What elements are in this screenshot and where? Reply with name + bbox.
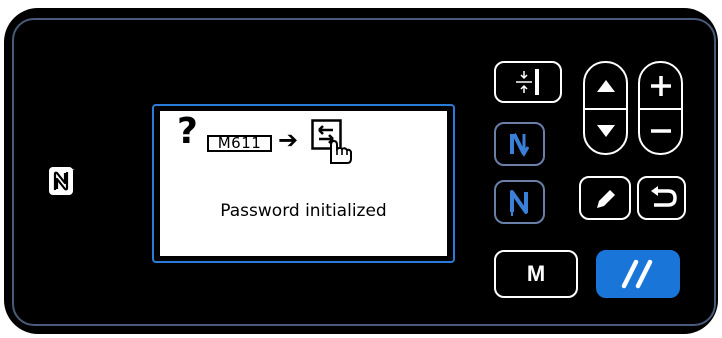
status-message: Password initialized bbox=[220, 201, 387, 221]
plus-button[interactable] bbox=[640, 63, 681, 108]
needle-up-down-button[interactable] bbox=[494, 122, 545, 166]
up-arrow-icon bbox=[596, 79, 615, 92]
needle-up-down-icon bbox=[509, 133, 529, 158]
needle-position-button[interactable] bbox=[494, 180, 545, 224]
error-code-box: M611 bbox=[207, 135, 272, 152]
down-arrow-icon bbox=[596, 124, 615, 137]
needle-position-icon bbox=[509, 190, 528, 216]
return-button[interactable] bbox=[637, 176, 686, 220]
thread-trimmer-icon bbox=[516, 69, 539, 95]
thread-trimmer-button[interactable] bbox=[494, 61, 562, 103]
edit-button[interactable] bbox=[579, 176, 631, 220]
up-button[interactable] bbox=[585, 63, 626, 108]
reset-button[interactable] bbox=[596, 250, 680, 298]
plus-minus-keys bbox=[638, 61, 683, 155]
plus-icon bbox=[650, 75, 671, 96]
reset-icon bbox=[621, 259, 653, 289]
menu-button-label: M bbox=[526, 261, 546, 286]
return-icon bbox=[650, 186, 677, 207]
down-button[interactable] bbox=[585, 108, 626, 153]
up-down-keys bbox=[583, 61, 628, 155]
pencil-icon bbox=[597, 190, 615, 208]
lcd-screen: ? M611 ➔ Password initialized bbox=[160, 111, 447, 256]
nfc-icon: ™ bbox=[49, 167, 74, 195]
menu-button[interactable]: M bbox=[494, 250, 578, 298]
retry-hand-icon bbox=[311, 119, 352, 164]
question-mark-icon: ? bbox=[177, 111, 198, 152]
minus-button[interactable] bbox=[640, 108, 681, 153]
minus-icon bbox=[650, 128, 671, 133]
svg-text:™: ™ bbox=[71, 168, 74, 173]
arrow-icon: ➔ bbox=[278, 126, 299, 154]
